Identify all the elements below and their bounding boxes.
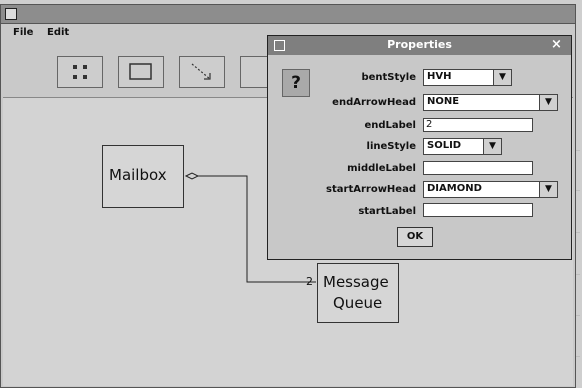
queue-label-line1: Message — [323, 273, 389, 291]
properties-dialog: Properties × ? bentStyle HVH ▼ endArrowH… — [267, 35, 572, 260]
middlelabel-field[interactable] — [423, 161, 533, 175]
chevron-down-icon[interactable]: ▼ — [483, 139, 501, 154]
arrow-icon — [191, 63, 211, 80]
mailbox-node[interactable]: Mailbox — [102, 145, 184, 208]
menu-file[interactable]: File — [13, 27, 33, 38]
prop-label: startArrowHead — [326, 184, 416, 195]
chevron-down-icon[interactable]: ▼ — [539, 95, 557, 110]
startlabel-field[interactable] — [423, 203, 533, 217]
prop-label: startLabel — [358, 206, 416, 217]
select-value: DIAMOND — [427, 183, 482, 194]
dialog-title: Properties — [387, 38, 452, 51]
endarrowhead-select[interactable]: NONE ▼ — [423, 94, 558, 111]
message-queue-node[interactable]: Message Queue — [317, 263, 399, 323]
edge-tool-button[interactable] — [179, 56, 225, 88]
chevron-down-icon[interactable]: ▼ — [493, 70, 511, 85]
prop-label: bentStyle — [361, 72, 416, 83]
rectangle-icon — [129, 63, 152, 80]
chevron-down-icon[interactable]: ▼ — [539, 182, 557, 197]
mailbox-label: Mailbox — [109, 166, 167, 184]
menu-edit[interactable]: Edit — [47, 27, 69, 38]
prop-label: endLabel — [364, 120, 416, 131]
editor-titlebar — [1, 5, 575, 24]
prop-label: middleLabel — [347, 163, 416, 174]
dialog-titlebar: Properties × — [268, 36, 571, 55]
prop-label: lineStyle — [366, 141, 416, 152]
select-value: NONE — [427, 96, 460, 107]
ok-button[interactable]: OK — [397, 227, 433, 247]
edge-end-label: 2 — [306, 275, 313, 288]
more-tool-button[interactable] — [240, 56, 268, 88]
prop-label: endArrowHead — [332, 97, 416, 108]
select-value: SOLID — [427, 140, 462, 151]
queue-label-line2: Queue — [333, 294, 383, 312]
linestyle-select[interactable]: SOLID ▼ — [423, 138, 502, 155]
bentstyle-select[interactable]: HVH ▼ — [423, 69, 512, 86]
endlabel-field[interactable]: 2 — [423, 118, 533, 132]
grab-icon — [73, 65, 87, 79]
class-node-tool-button[interactable] — [118, 56, 164, 88]
close-icon[interactable]: × — [551, 37, 562, 52]
window-menu-icon[interactable] — [5, 8, 17, 20]
select-tool-button[interactable] — [57, 56, 103, 88]
startarrowhead-select[interactable]: DIAMOND ▼ — [423, 181, 558, 198]
select-value: HVH — [427, 71, 452, 82]
